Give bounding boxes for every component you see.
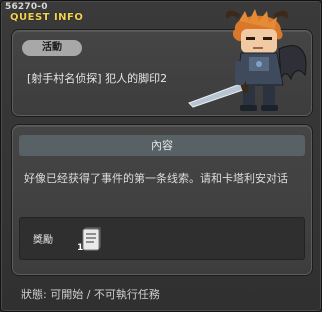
quest-info-window: 56270-0 QUEST INFO 活動 [射手村名侦探] 犯人的脚印2 內容… [0, 0, 322, 312]
quest-name: [射手村名侦探] 犯人的脚印2 [27, 72, 168, 85]
quest-id: 56270-0 [5, 2, 48, 12]
quest-description: 好像已经获得了事件的第一条线索。请和卡塔利安对话 [24, 172, 288, 185]
window-title: QUEST INFO [10, 12, 84, 23]
quest-status: 狀態: 可開始 / 不可執行任務 [21, 288, 160, 301]
reward-box: 獎勵 1 [19, 217, 305, 260]
content-header: 內容 [19, 135, 305, 156]
reward-label: 獎勵 [33, 235, 53, 246]
npc-character-portrait [188, 9, 307, 111]
quest-category-badge: 活動 [22, 40, 82, 56]
document-item-icon[interactable]: 1 [77, 224, 105, 253]
reward-count: 1 [77, 243, 84, 253]
quest-content-panel: 內容 好像已经获得了事件的第一条线索。请和卡塔利安对话 獎勵 1 [12, 125, 312, 275]
